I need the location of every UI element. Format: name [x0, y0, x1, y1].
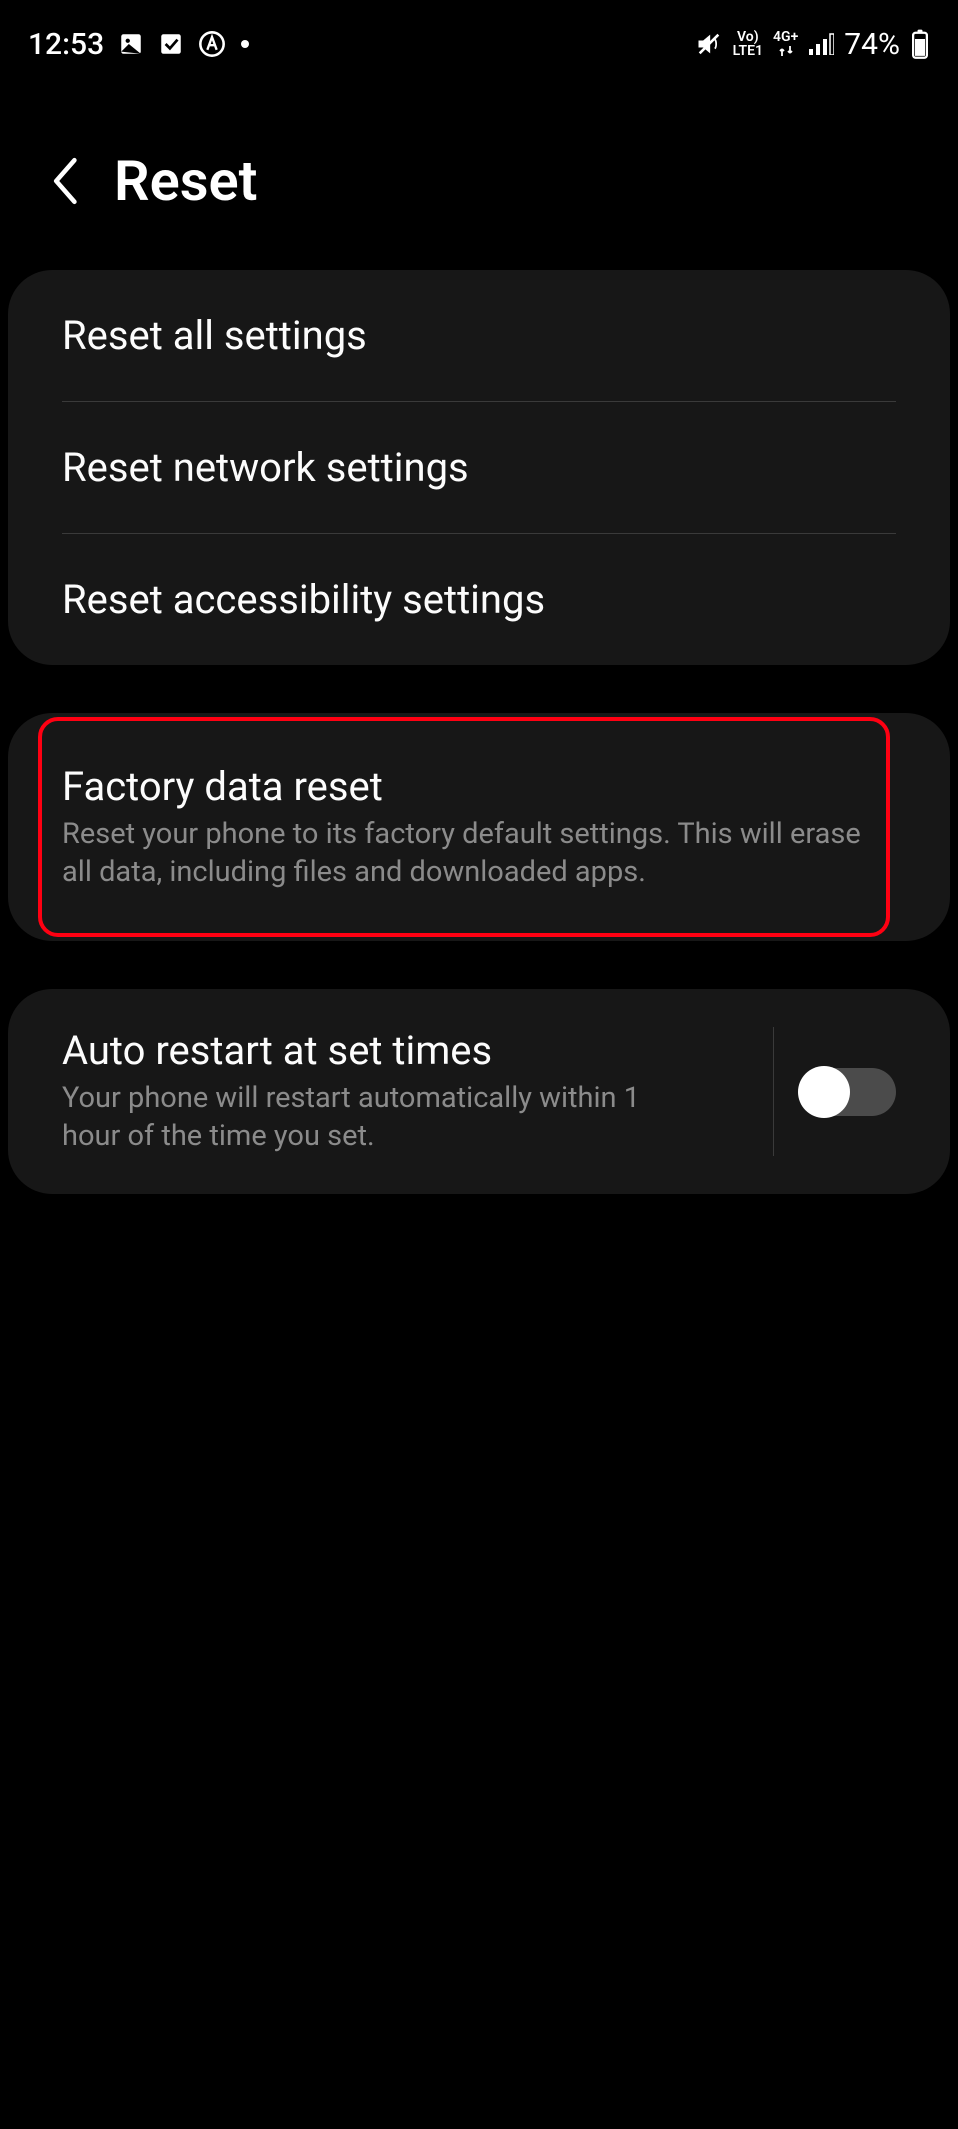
- signal-icon: [808, 33, 834, 55]
- reset-accessibility-settings-label: Reset accessibility settings: [62, 576, 896, 623]
- mute-icon: [695, 30, 723, 58]
- gallery-icon: [118, 31, 144, 57]
- status-bar: 12:53 Vo) LTE1 4G+ 74%: [0, 0, 958, 70]
- status-time: 12:53: [28, 27, 104, 62]
- auto-restart-toggle[interactable]: [800, 1068, 896, 1116]
- auto-restart-label: Auto restart at set times: [62, 1027, 763, 1074]
- factory-data-reset-label: Factory data reset: [62, 763, 896, 810]
- factory-reset-group: Factory data reset Reset your phone to i…: [8, 713, 950, 941]
- circle-a-icon: [198, 30, 226, 58]
- network-indicator: 4G+: [773, 30, 798, 58]
- auto-restart-group: Auto restart at set times Your phone wil…: [8, 989, 950, 1193]
- reset-all-settings-row[interactable]: Reset all settings: [8, 270, 950, 401]
- app-header: Reset: [0, 70, 958, 270]
- volte-indicator: Vo) LTE1: [733, 30, 763, 58]
- reset-network-settings-row[interactable]: Reset network settings: [8, 402, 950, 533]
- factory-data-reset-desc: Reset your phone to its factory default …: [62, 816, 896, 891]
- checkbox-icon: [158, 31, 184, 57]
- reset-all-settings-label: Reset all settings: [62, 312, 896, 359]
- reset-network-settings-label: Reset network settings: [62, 444, 896, 491]
- reset-accessibility-settings-row[interactable]: Reset accessibility settings: [8, 534, 950, 665]
- battery-percent: 74%: [844, 27, 900, 62]
- back-button[interactable]: [42, 159, 86, 203]
- reset-options-group: Reset all settings Reset network setting…: [8, 270, 950, 665]
- toggle-knob: [798, 1066, 850, 1118]
- page-title: Reset: [114, 148, 257, 214]
- factory-data-reset-row[interactable]: Factory data reset Reset your phone to i…: [8, 713, 950, 941]
- dot-icon: [240, 39, 250, 49]
- auto-restart-row[interactable]: Auto restart at set times Your phone wil…: [62, 1027, 763, 1155]
- battery-icon: [910, 29, 930, 59]
- auto-restart-desc: Your phone will restart automatically wi…: [62, 1080, 682, 1155]
- divider: [773, 1027, 774, 1155]
